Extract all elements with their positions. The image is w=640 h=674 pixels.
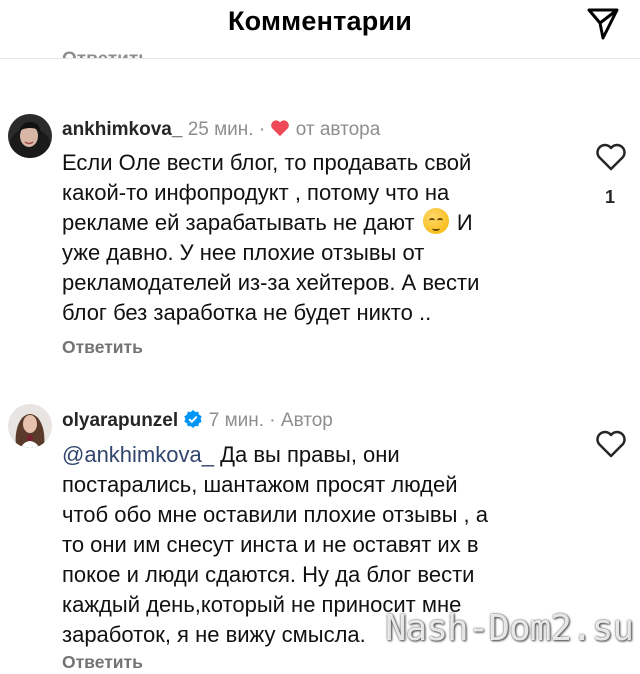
comment-line-text: И — [456, 210, 473, 235]
header: Комментарии Ответить — [0, 0, 640, 59]
username[interactable]: olyarapunzel — [62, 410, 178, 431]
comment-line: то они им снесут инста и не оставят их в — [62, 532, 479, 557]
comment-text: Если Оле вести блог, то продавать свой к… — [62, 148, 572, 328]
heart-outline-icon[interactable] — [594, 141, 628, 173]
avatar[interactable] — [8, 404, 52, 448]
comment-line: покое и люди сдаются. Ну да блог вести — [62, 562, 475, 587]
page-title: Комментарии — [227, 6, 412, 36]
pensive-face-icon — [422, 208, 449, 234]
separator: · — [258, 119, 266, 140]
verified-badge-icon — [184, 410, 203, 428]
partial-reply-button[interactable]: Ответить — [62, 49, 150, 58]
author-liked-badge: от автора — [295, 119, 381, 140]
author-label: Автор — [280, 410, 333, 431]
heart-outline-icon[interactable] — [594, 428, 628, 460]
timestamp: 7 мин. — [208, 410, 265, 431]
paper-plane-icon[interactable] — [583, 3, 623, 43]
comment-line-text: рекламе ей зарабатывать не дают — [62, 210, 415, 235]
comment-line: чтоб обо мне оставили плохие отзывы , а — [62, 502, 488, 527]
separator: · — [269, 410, 276, 431]
mention-link[interactable]: @ankhimkova_ — [62, 442, 214, 467]
comment-line: Если Оле вести блог, то продавать свой — [62, 150, 472, 175]
watermark: Nash-Dom2.su — [385, 608, 634, 649]
comment-line: рекламе ей зарабатывать не дают И — [62, 208, 572, 238]
comment-meta: ankhimkova_ 25 мин. · от автора — [62, 119, 380, 141]
comment-line: блог без заработка не будет никто .. — [62, 300, 432, 325]
reply-button[interactable]: Ответить — [62, 337, 143, 358]
comment-line-text: Да вы правы, они — [213, 442, 400, 467]
timestamp: 25 мин. — [187, 119, 254, 140]
comment-line: @ankhimkova_ Да вы правы, они — [62, 440, 572, 470]
comment-line: рекламодателей из-за хейтеров. А вести — [62, 270, 480, 295]
avatar[interactable] — [8, 114, 52, 158]
comment-line: какой-то инфопродукт , потому что на — [62, 180, 450, 205]
comment-line: постарались, шантажом просят людей — [62, 472, 458, 497]
comment-meta: olyarapunzel 7 мин. · Автор — [62, 409, 333, 432]
like-count: 1 — [605, 187, 616, 207]
heart-icon — [271, 120, 290, 137]
username[interactable]: ankhimkova_ — [62, 119, 182, 140]
comment-line: уже давно. У нее плохие отзывы от — [62, 240, 425, 265]
reply-button[interactable]: Ответить — [62, 652, 143, 673]
